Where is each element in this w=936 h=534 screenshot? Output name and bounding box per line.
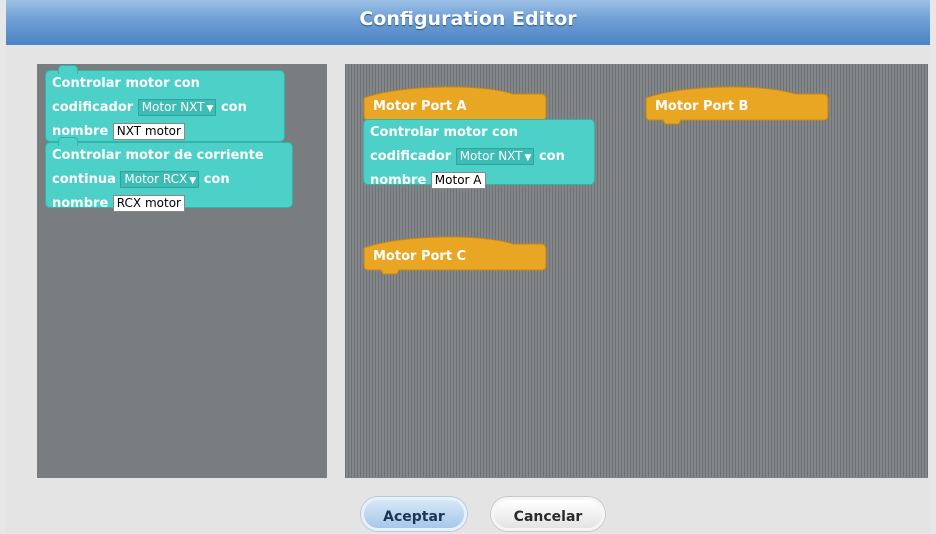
motor-port-c-hat[interactable]: Motor Port C xyxy=(363,236,547,276)
encoder-motor-block[interactable]: Controlar motor con codificador Motor NX… xyxy=(45,65,285,144)
block-line: Controlar motor con xyxy=(370,125,518,140)
dropdown-value: Motor NXT xyxy=(459,149,523,163)
block-line: nombre NXT motor xyxy=(52,120,278,144)
dropdown-value: Motor NXT xyxy=(141,100,205,114)
cancel-button[interactable]: Cancelar xyxy=(491,497,605,531)
block-line: codificador Motor NXT ▼ con xyxy=(52,96,278,120)
motor-type-dropdown[interactable]: Motor NXT ▼ xyxy=(137,99,217,116)
script-area[interactable]: Motor Port A Controlar motor con codific… xyxy=(345,64,928,478)
dropdown-arrow-icon: ▼ xyxy=(206,104,214,114)
encoder-motor-block[interactable]: Controlar motor con codificador Motor NX… xyxy=(363,119,595,189)
motor-name-input[interactable]: RCX motor xyxy=(112,195,185,212)
motor-type-dropdown[interactable]: Motor NXT ▼ xyxy=(455,148,535,165)
block-palette[interactable]: Controlar motor con codificador Motor NX… xyxy=(37,64,327,478)
block-line: Controlar motor de corriente xyxy=(52,148,264,163)
block-line: continua Motor RCX ▼ con xyxy=(52,168,286,192)
dropdown-arrow-icon: ▼ xyxy=(189,176,197,186)
block-line: nombre Motor A xyxy=(370,169,588,193)
hat-label: Motor Port A xyxy=(373,99,467,114)
block-notch xyxy=(58,65,78,74)
block-line: codificador Motor NXT ▼ con xyxy=(370,145,588,169)
motor-name-input[interactable]: NXT motor xyxy=(112,123,185,140)
motor-type-dropdown[interactable]: Motor RCX ▼ xyxy=(120,171,200,188)
block-text: con xyxy=(203,172,230,187)
block-notch xyxy=(58,137,78,146)
block-text: nombre xyxy=(52,196,109,211)
block-line: Controlar motor con xyxy=(52,76,200,91)
block-text: con xyxy=(220,100,247,115)
motor-name-input[interactable]: Motor A xyxy=(430,172,486,189)
hat-label: Motor Port B xyxy=(655,99,749,114)
title-bar: Configuration Editor xyxy=(6,0,930,45)
hat-label: Motor Port C xyxy=(373,249,467,264)
accept-button[interactable]: Aceptar xyxy=(361,497,467,531)
block-text: codificador xyxy=(370,149,452,164)
block-text: con xyxy=(538,149,565,164)
block-text: continua xyxy=(52,172,116,187)
dropdown-value: Motor RCX xyxy=(124,172,188,186)
window-title: Configuration Editor xyxy=(359,8,577,30)
dropdown-arrow-icon: ▼ xyxy=(524,153,532,163)
motor-port-b-hat[interactable]: Motor Port B xyxy=(645,86,829,126)
block-text: codificador xyxy=(52,100,134,115)
block-text: nombre xyxy=(370,173,427,188)
dc-motor-block[interactable]: Controlar motor de corriente continua Mo… xyxy=(45,137,293,212)
block-line: nombre RCX motor xyxy=(52,192,286,216)
